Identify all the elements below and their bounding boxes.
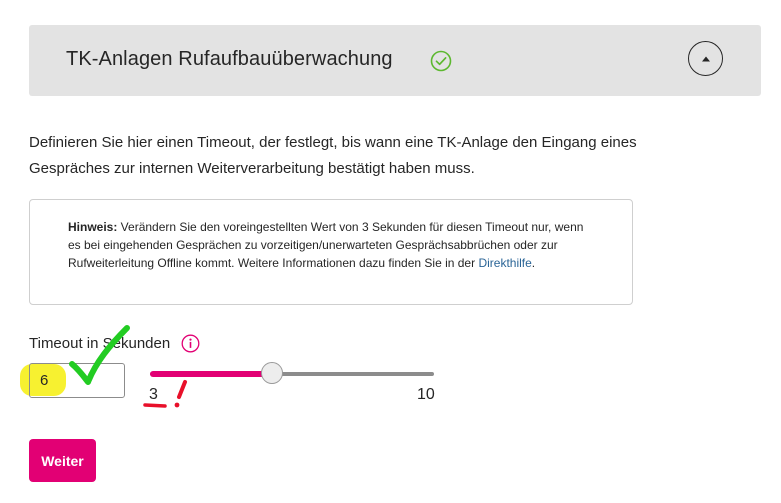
direkthilfe-link[interactable]: Direkthilfe (478, 256, 531, 270)
slider-handle[interactable] (260, 362, 283, 384)
timeout-slider[interactable] (150, 362, 434, 384)
slider-min-label: 3 (149, 386, 158, 403)
hint-box: Hinweis: Verändern Sie den voreingestell… (29, 199, 633, 305)
timeout-label: Timeout in Sekunden (29, 335, 171, 352)
hint-text: Hinweis: Verändern Sie den voreingestell… (68, 218, 588, 272)
section-header: TK-Anlagen Rufaufbauüberwachung (29, 25, 761, 96)
red-underline-annotation (143, 403, 167, 408)
check-circle-icon (430, 50, 452, 72)
section-title: TK-Anlagen Rufaufbauüberwachung (66, 48, 393, 70)
red-exclamation-annotation (177, 380, 187, 399)
slider-fill (150, 371, 272, 377)
hint-label: Hinweis: (68, 220, 118, 234)
hint-suffix: . (531, 256, 536, 270)
caret-up-icon (701, 56, 710, 61)
red-exclamation-dot (174, 402, 180, 408)
timeout-value-input[interactable] (29, 363, 125, 398)
info-icon[interactable] (181, 334, 200, 353)
slider-max-label: 10 (417, 386, 435, 403)
section-description: Definieren Sie hier einen Timeout, der f… (29, 134, 637, 177)
weiter-button[interactable]: Weiter (29, 439, 96, 482)
collapse-button[interactable] (688, 41, 723, 76)
